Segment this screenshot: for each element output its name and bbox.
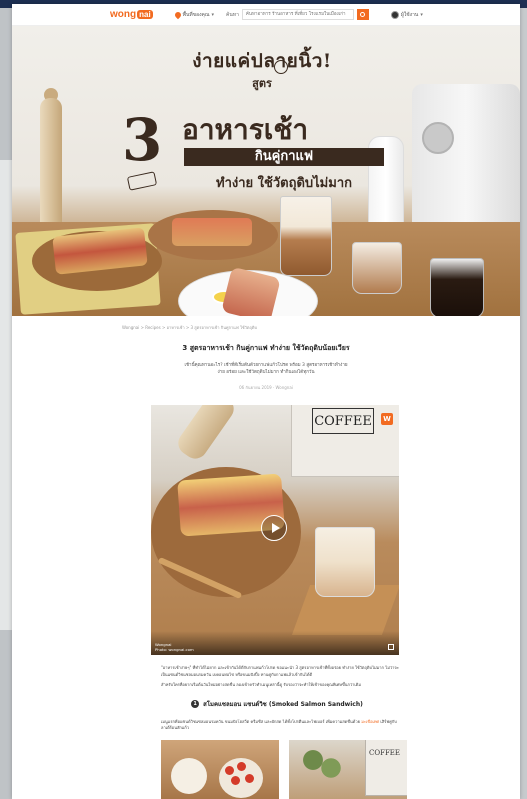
subtitle-line: เช้านี้คุณทานอะไร? เช้าที่ดีเริ่มต้นด้วย…: [184, 363, 348, 368]
section-number-badge: 1: [191, 699, 200, 708]
hero-subline: ทำง่าย ใช้วัตถุดิบไม่มาก: [216, 176, 352, 191]
search-button[interactable]: [356, 9, 369, 20]
hero-recipe-word: สูตร: [252, 77, 272, 90]
paragraph-text: เมนูแรกคือแซนด์วิชแซลมอนรมควัน ขนมปังโฮล…: [161, 718, 360, 724]
search-bar: ค้นหา: [226, 9, 369, 20]
section-body: เมนูแรกคือแซนด์วิชแซลมอนรมควัน ขนมปังโฮล…: [161, 719, 399, 732]
credit-line: Photo: wongnai.com: [155, 647, 194, 652]
section-title: สโมคแซลมอน แซนด์วิช (Smoked Salmon Sandw…: [203, 700, 363, 708]
bread-plate: [171, 757, 207, 794]
coffee-tin-image: COFFEE: [365, 739, 407, 796]
tomato: [245, 773, 254, 783]
article-subtitle: เช้านี้คุณทานอะไร? เช้าที่ดีเริ่มต้นด้วย…: [12, 362, 520, 376]
play-icon: [272, 523, 280, 533]
tomato: [231, 775, 240, 785]
tomato: [237, 761, 246, 771]
coffee-tin-label: COFFEE: [312, 408, 374, 434]
hero-tagline: ง่ายแค่ปลายนิ้ว!: [192, 50, 332, 72]
search-label: ค้นหา: [226, 11, 239, 18]
body-paragraph: "อาหารเช้าง่ายๆ" ที่ทำได้ไม่ยาก และเข้าก…: [161, 665, 399, 677]
chevron-down-icon: ▾: [211, 11, 215, 18]
user-name: ผู้ใช้งาน: [400, 11, 419, 18]
body-paragraph: เมนูแรกคือแซนด์วิชแซลมอนรมควัน ขนมปังโฮล…: [161, 719, 399, 732]
cappuccino-cup-image: [352, 242, 402, 294]
location-selector[interactable]: พื้นที่ของคุณ ▾: [173, 10, 215, 19]
tin-label: COFFEE: [369, 748, 401, 757]
sun-icon: [274, 60, 288, 74]
avatar: [390, 10, 399, 19]
latte-cup-image: [315, 527, 375, 597]
recipe-section-heading: 1 สโมคแซลมอน แซนด์วิช (Smoked Salmon San…: [132, 699, 422, 709]
user-menu[interactable]: ผู้ใช้งาน ▾: [390, 10, 423, 19]
site-logo[interactable]: wong nai: [110, 9, 153, 20]
logo-badge: nai: [137, 10, 153, 19]
machine-dial: [422, 122, 454, 154]
body-paragraph: สำหรับใครที่อยากเริ่มต้นวันใหม่อย่างสดชื…: [161, 682, 362, 687]
wongnai-badge: W: [381, 413, 393, 425]
tomato: [225, 765, 234, 775]
article-title: 3 สูตรอาหารเช้า กินคู่กาแฟ ทำง่าย ใช้วัต…: [182, 344, 350, 352]
hero-headline: ง่ายแค่ปลายนิ้ว! สูตร 3 อาหารเช้า กินคู่…: [122, 46, 402, 191]
article-date: 06 กันยายน 2019 · Wongnai: [239, 385, 293, 390]
sandwich-icon: [126, 171, 158, 191]
herb-leaves: [295, 743, 355, 784]
location-pin-icon: [173, 10, 182, 19]
fullscreen-icon[interactable]: [388, 644, 394, 650]
hero-number: 3: [122, 106, 163, 174]
search-input[interactable]: [241, 9, 354, 20]
play-button[interactable]: [261, 515, 287, 541]
ingredients-photo: [161, 739, 279, 799]
breadcrumb[interactable]: Wongnai > Recipes > อาหารเช้า > 3 สูตรอา…: [122, 324, 520, 331]
video-credit: Wongnai Photo: wongnai.com: [155, 642, 194, 652]
pepper-mill-image: [173, 405, 239, 464]
salmon-toast-image: [172, 218, 252, 246]
latte-glass-image: [280, 196, 332, 276]
pepper-mill-image: [40, 98, 62, 228]
hero-banner: ง่ายแค่ปลายนิ้ว! สูตร 3 อาหารเช้า กินคู่…: [12, 26, 520, 316]
logo-text: wong: [110, 9, 137, 20]
coffee-tin-photo: COFFEE: [289, 739, 407, 799]
hero-coffee-pairing: กินคู่กาแฟ: [184, 148, 384, 166]
site-header: wong nai พื้นที่ของคุณ ▾ ค้นหา ผู้ใช้งาน…: [12, 4, 520, 26]
hero-breakfast: อาหารเช้า: [182, 113, 309, 146]
search-icon: [360, 12, 366, 17]
subtitle-line: ง่าย อร่อย และใช้วัตถุดิบไม่มาก ทำกินเอง…: [217, 370, 315, 375]
location-label: พื้นที่ของคุณ: [182, 11, 210, 18]
chevron-down-icon: ▾: [420, 11, 423, 18]
article-body: "อาหารเช้าง่ายๆ" ที่ทำได้ไม่ยาก และเข้าก…: [161, 665, 399, 689]
ingredient-link[interactable]: มะเขือเทศ: [361, 719, 379, 724]
recipe-photo-row: COFFEE: [161, 739, 407, 799]
article-page: wong nai พื้นที่ของคุณ ▾ ค้นหา ผู้ใช้งาน…: [12, 4, 520, 799]
recipe-video[interactable]: COFFEE W Wongnai Photo: wongnai.com: [151, 405, 399, 655]
espresso-glass-image: [430, 258, 484, 316]
